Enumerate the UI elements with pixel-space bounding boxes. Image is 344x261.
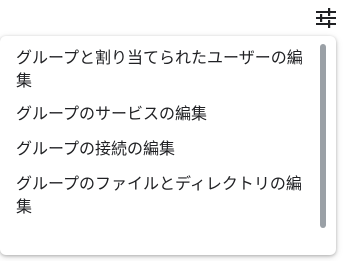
screen: グループと割り当てられたユーザーの編集 グループのサービスの編集 グループの接続… — [0, 0, 344, 261]
menu-item-edit-group-users[interactable]: グループと割り当てられたユーザーの編集 — [16, 46, 308, 92]
menu-item-edit-group-files-directories[interactable]: グループのファイルとディレクトリの編集 — [16, 172, 308, 218]
dropdown-menu: グループと割り当てられたユーザーの編集 グループのサービスの編集 グループの接続… — [0, 36, 336, 255]
menu-item-edit-group-services[interactable]: グループのサービスの編集 — [16, 102, 308, 125]
menu-list: グループと割り当てられたユーザーの編集 グループのサービスの編集 グループの接続… — [0, 36, 336, 218]
menu-scrollbar[interactable] — [320, 44, 326, 228]
menu-item-edit-group-connections[interactable]: グループの接続の編集 — [16, 137, 308, 160]
tune-sliders-icon[interactable] — [314, 6, 338, 30]
